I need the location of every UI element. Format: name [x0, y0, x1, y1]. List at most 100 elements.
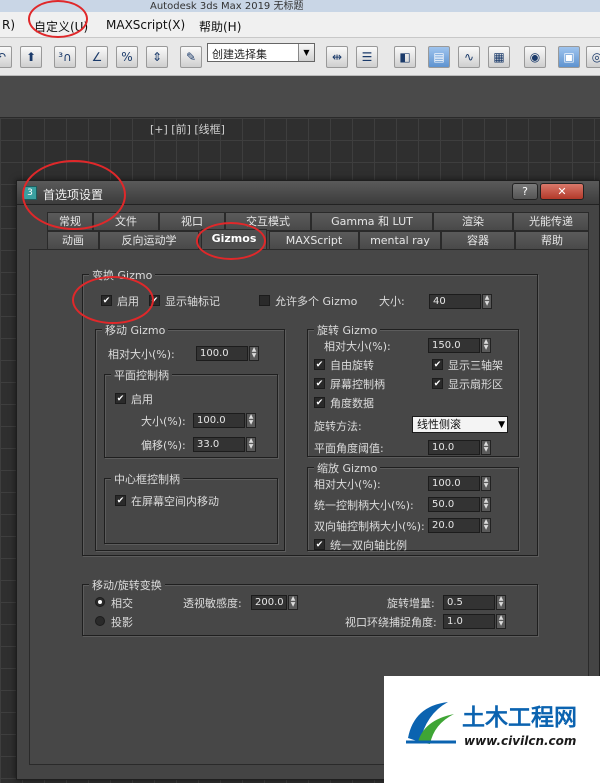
- size-spinner[interactable]: 40 ▲ ▼: [429, 294, 493, 309]
- menu-item-help[interactable]: 帮助(H): [199, 18, 241, 35]
- project-label: 投影: [111, 616, 133, 629]
- spinner-arrows-icon[interactable]: ▲ ▼: [288, 595, 298, 610]
- dialog-title-bar[interactable]: 3 首选项设置 ? ✕: [17, 181, 599, 205]
- uniform-handle-value[interactable]: 50.0: [428, 497, 480, 512]
- dual-axis-value[interactable]: 20.0: [428, 518, 480, 533]
- scene-explorer-icon[interactable]: ▤: [428, 46, 450, 68]
- named-selection-value: 创建选择集: [212, 48, 267, 61]
- uniform-dual-checkbox[interactable]: [314, 539, 325, 550]
- align-icon[interactable]: ☰: [356, 46, 378, 68]
- spinner-arrows-icon[interactable]: ▲ ▼: [249, 346, 259, 361]
- orbit-snap-value[interactable]: 1.0: [443, 614, 495, 629]
- angle-data-checkbox[interactable]: [314, 397, 325, 408]
- plane-handles-enable-checkbox[interactable]: [115, 393, 126, 404]
- layer-icon[interactable]: ◧: [394, 46, 416, 68]
- material-editor-icon[interactable]: ◉: [524, 46, 546, 68]
- dual-axis-label: 双向轴控制柄大小(%):: [314, 520, 425, 533]
- dual-axis-spinner[interactable]: 20.0 ▲ ▼: [428, 518, 492, 533]
- percent-snap-icon[interactable]: %: [116, 46, 138, 68]
- tab-help[interactable]: 帮助: [515, 231, 589, 250]
- rotate-relative-size-spinner[interactable]: 150.0 ▲ ▼: [428, 338, 492, 353]
- tab-inverse-kinematics[interactable]: 反向运动学: [99, 231, 199, 250]
- plane-size-spinner[interactable]: 100.0 ▲ ▼: [193, 413, 257, 428]
- scale-relative-size-spinner[interactable]: 100.0 ▲ ▼: [428, 476, 492, 491]
- move-relative-size-label: 相对大小(%):: [108, 348, 175, 361]
- menu-item-customize[interactable]: 自定义(U): [34, 18, 88, 35]
- plane-angle-value[interactable]: 10.0: [428, 440, 480, 455]
- plane-offset-value[interactable]: 33.0: [193, 437, 245, 452]
- tab-maxscript[interactable]: MAXScript: [269, 231, 359, 250]
- curve-editor-icon[interactable]: ∿: [458, 46, 480, 68]
- plane-handles-label: 平面控制柄: [111, 367, 172, 383]
- move-relative-size-value[interactable]: 100.0: [196, 346, 248, 361]
- free-rotate-checkbox[interactable]: [314, 359, 325, 370]
- chevron-down-icon[interactable]: ▼: [498, 418, 505, 432]
- spinner-arrows-icon[interactable]: ▲ ▼: [481, 338, 491, 353]
- plane-size-value[interactable]: 100.0: [193, 413, 245, 428]
- tab-rendering[interactable]: 渲染: [433, 212, 513, 231]
- mirror-icon[interactable]: ⇹: [326, 46, 348, 68]
- screen-space-checkbox[interactable]: [115, 495, 126, 506]
- orbit-snap-spinner[interactable]: 1.0 ▲ ▼: [443, 614, 507, 629]
- plane-handles-group: 平面控制柄 启用 大小(%): 100.0 ▲▼ 偏移(%): 33.0 ▲▼: [104, 367, 278, 458]
- spinner-arrows-icon[interactable]: ▲ ▼: [481, 440, 491, 455]
- scale-gizmo-group: 缩放 Gizmo 相对大小(%): 100.0 ▲ ▼ 统一控制柄大小(%): 5…: [307, 460, 519, 552]
- size-value[interactable]: 40: [429, 294, 481, 309]
- tab-files[interactable]: 文件: [93, 212, 159, 231]
- uniform-handle-spinner[interactable]: 50.0 ▲ ▼: [428, 497, 492, 512]
- angle-snap-icon[interactable]: ∠: [86, 46, 108, 68]
- spinner-arrows-icon[interactable]: ▲ ▼: [481, 476, 491, 491]
- spinner-arrows-icon[interactable]: ▲ ▼: [496, 614, 506, 629]
- allow-multiple-checkbox[interactable]: [259, 295, 270, 306]
- center-handle-label: 中心框控制柄: [111, 471, 183, 487]
- edit-named-selection-icon[interactable]: ✎: [180, 46, 202, 68]
- tab-general[interactable]: 常规: [47, 212, 93, 231]
- spinner-arrows-icon[interactable]: ▲ ▼: [496, 595, 506, 610]
- project-radio[interactable]: [95, 616, 105, 626]
- menu-item-rendering[interactable]: R): [2, 18, 15, 32]
- rotate-increment-spinner[interactable]: 0.5 ▲ ▼: [443, 595, 507, 610]
- show-sector-checkbox[interactable]: [432, 378, 443, 389]
- spinner-arrows-icon[interactable]: ▲ ▼: [482, 294, 492, 309]
- perspective-spinner[interactable]: 200.0 ▲ ▼: [251, 595, 299, 610]
- tab-radiosity[interactable]: 光能传递: [513, 212, 589, 231]
- viewport-label[interactable]: [+] [前] [线框]: [150, 121, 225, 137]
- chevron-down-icon[interactable]: ▼: [298, 44, 314, 61]
- scale-relative-size-value[interactable]: 100.0: [428, 476, 480, 491]
- move-relative-size-spinner[interactable]: 100.0 ▲ ▼: [196, 346, 260, 361]
- tab-gizmos[interactable]: Gizmos: [201, 229, 267, 250]
- undo-icon[interactable]: ↶: [0, 46, 12, 68]
- spinner-arrows-icon[interactable]: ▲ ▼: [246, 413, 256, 428]
- spinner-arrows-icon[interactable]: ▲ ▼: [481, 497, 491, 512]
- show-axis-checkbox[interactable]: [149, 295, 160, 306]
- rotate-method-dropdown[interactable]: 线性侧滚 ▼: [412, 416, 508, 433]
- spinner-arrows-icon[interactable]: ▲ ▼: [481, 518, 491, 533]
- dialog-title: 首选项设置: [43, 188, 104, 202]
- spinner-arrows-icon[interactable]: ▲ ▼: [246, 437, 256, 452]
- tab-animation[interactable]: 动画: [47, 231, 99, 250]
- perspective-value[interactable]: 200.0: [251, 595, 287, 610]
- render-icon[interactable]: ◎: [586, 46, 600, 68]
- plane-angle-spinner[interactable]: 10.0 ▲ ▼: [428, 440, 492, 455]
- close-button[interactable]: ✕: [540, 183, 584, 200]
- show-three-axis-checkbox[interactable]: [432, 359, 443, 370]
- render-setup-icon[interactable]: ▣: [558, 46, 580, 68]
- tab-mental-ray[interactable]: mental ray: [359, 231, 441, 250]
- plane-offset-spinner[interactable]: 33.0 ▲ ▼: [193, 437, 257, 452]
- named-selection-dropdown[interactable]: 创建选择集 ▼: [207, 43, 315, 62]
- tab-gamma-lut[interactable]: Gamma 和 LUT: [311, 212, 433, 231]
- plane-handles-enable-label: 启用: [131, 393, 153, 406]
- rotate-relative-size-value[interactable]: 150.0: [428, 338, 480, 353]
- tab-containers[interactable]: 容器: [441, 231, 515, 250]
- help-button[interactable]: ?: [512, 183, 538, 200]
- transform-enable-checkbox[interactable]: [101, 295, 112, 306]
- spinner-snap-icon[interactable]: ⇕: [146, 46, 168, 68]
- rotate-increment-value[interactable]: 0.5: [443, 595, 495, 610]
- menu-item-maxscript[interactable]: MAXScript(X): [106, 18, 185, 32]
- schematic-icon[interactable]: ▦: [488, 46, 510, 68]
- intersect-radio[interactable]: [95, 597, 105, 607]
- upload-icon[interactable]: ⬆: [20, 46, 42, 68]
- uniform-handle-label: 统一控制柄大小(%):: [314, 499, 414, 512]
- screen-handle-checkbox[interactable]: [314, 378, 325, 389]
- snap-3-icon[interactable]: ³∩: [54, 46, 76, 68]
